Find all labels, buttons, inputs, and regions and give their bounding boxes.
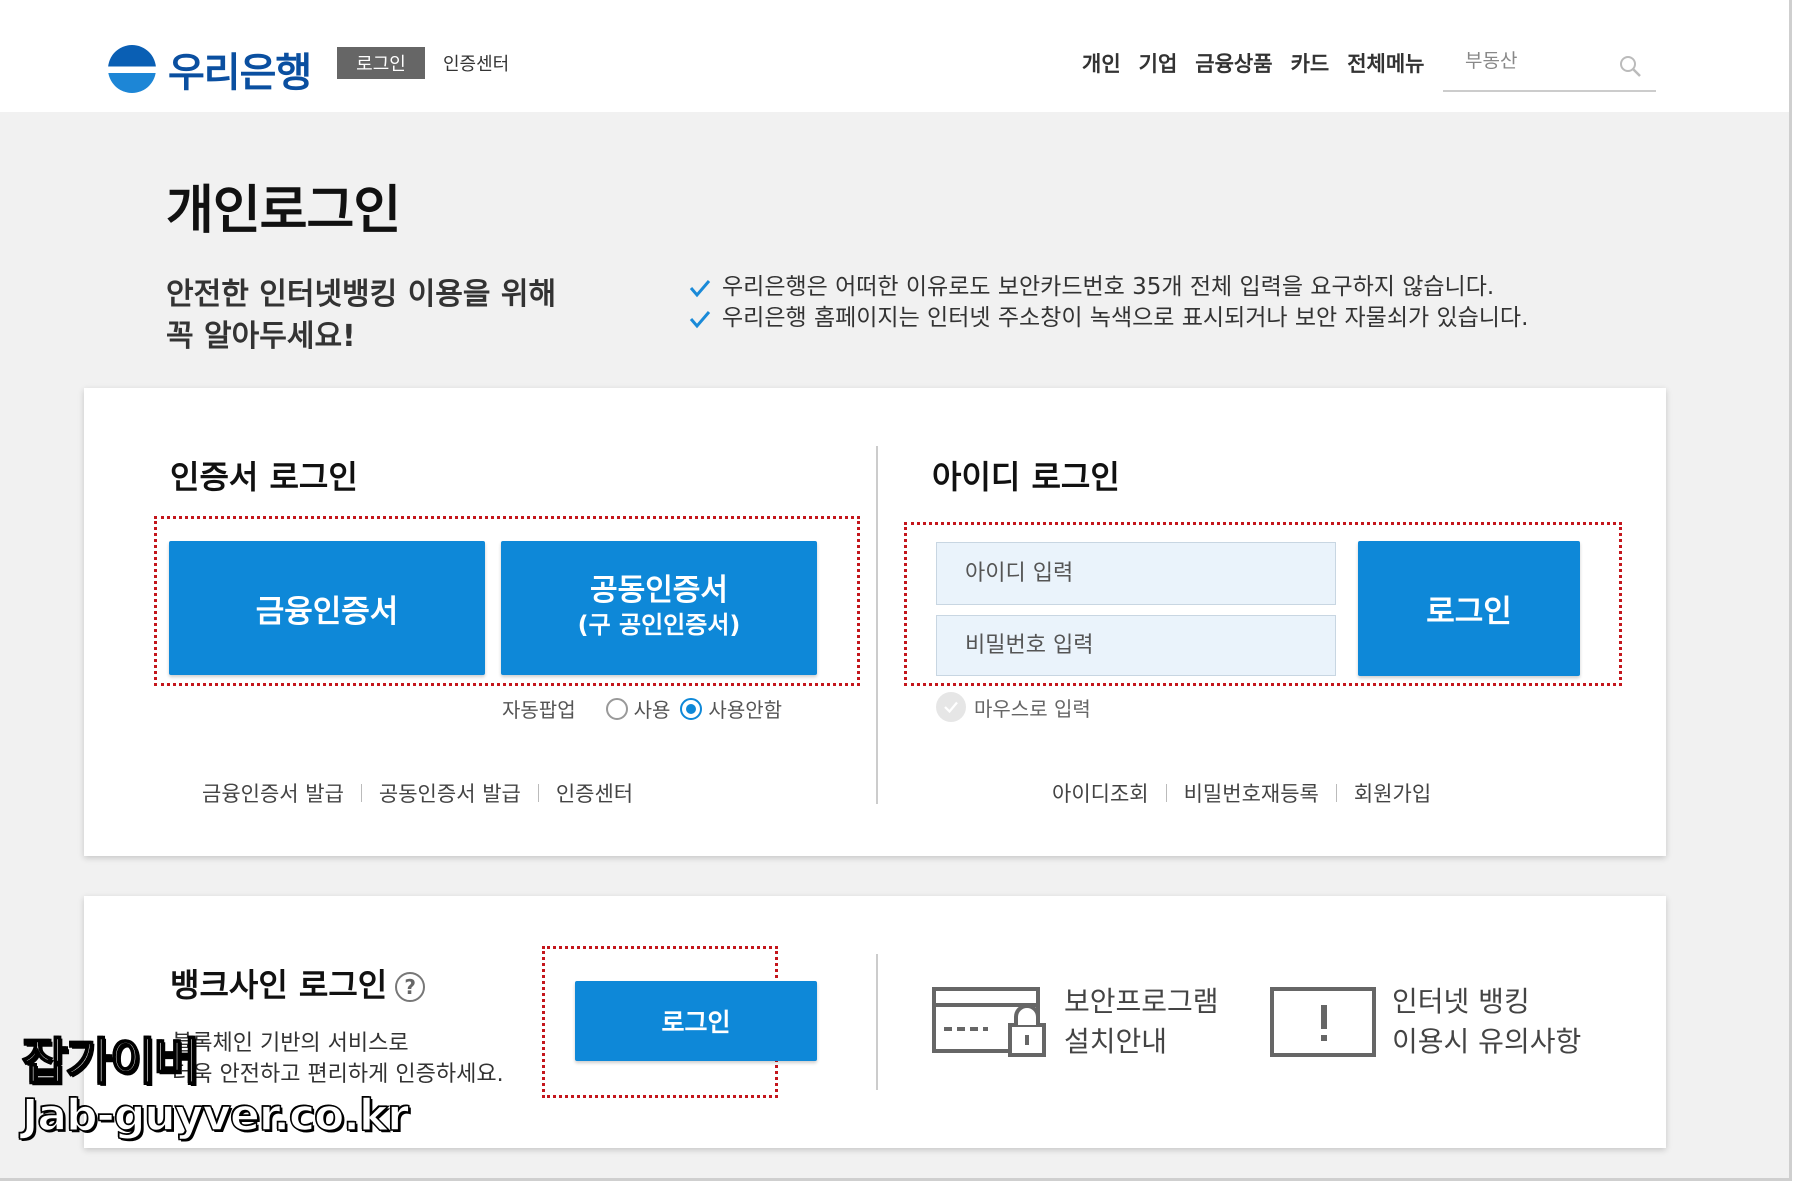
banksign-login-button[interactable]: 로그인 [575,981,817,1061]
signup-link[interactable]: 회원가입 [1354,778,1431,808]
internet-banking-caution[interactable]: 인터넷 뱅킹 이용시 유의사항 [1270,982,1581,1062]
banksign-title: 뱅크사인 로그인? [170,960,426,1006]
link-separator [360,784,362,802]
security-program-line2: 설치안내 [1064,1025,1168,1058]
cert-login-title: 인증서 로그인 [170,458,358,496]
link-separator [1165,784,1167,802]
id-login-title: 아이디 로그인 [932,458,1120,496]
find-id-link[interactable]: 아이디조회 [1052,778,1149,808]
warning-icon [1270,987,1376,1057]
mouse-input-option[interactable]: 마우스로 입력 [936,692,1091,722]
popup-use-radio[interactable] [605,697,628,720]
notice-heading-line1: 안전한 인터넷뱅킹 이용을 위해 [166,277,557,312]
caution-line2: 이용시 유의사항 [1392,1025,1582,1058]
watermark-title: 잡가이버 [21,1032,201,1092]
joint-cert-sublabel: (구 공인인증서) [577,611,741,639]
caution-line1: 인터넷 뱅킹 [1392,985,1530,1018]
watermark-url: Jab-guyver.co.kr [21,1089,409,1142]
id-input[interactable] [937,543,1335,604]
logo-mark-icon [108,45,156,93]
link-separator [537,784,539,802]
nav-products[interactable]: 금융상품 [1195,48,1272,78]
card-divider [876,954,878,1090]
notice-heading: 안전한 인터넷뱅킹 이용을 위해 꼭 알아두세요! [166,274,556,358]
joint-cert-button[interactable]: 공동인증서 (구 공인인증서) [501,541,817,675]
banksign-login-label: 로그인 [661,1008,731,1037]
page-frame: 우리은행 로그인 인증센터 개인 기업 금융상품 카드 전체메뉴 개인로그인 안… [0,0,1792,1181]
check-circle-icon[interactable] [936,692,966,722]
nav-all-menu[interactable]: 전체메뉴 [1347,48,1424,78]
id-links: 아이디조회 비밀번호재등록 회원가입 [1052,778,1431,808]
financial-cert-button[interactable]: 금융인증서 [169,541,485,675]
woori-bank-logo[interactable]: 우리은행 [108,40,312,98]
joint-cert-label: 공동인증서 [590,573,728,608]
check-icon [689,279,711,297]
banksign-desc-line1: 블록체인 기반의 서비스로 [172,1031,409,1056]
main-nav: 개인 기업 금융상품 카드 전체메뉴 [1082,48,1424,78]
password-field [936,615,1336,676]
mouse-input-label: 마우스로 입력 [974,696,1091,721]
caution-text: 인터넷 뱅킹 이용시 유의사항 [1392,982,1581,1062]
password-input[interactable] [937,616,1335,675]
notice-text: 우리은행 홈페이지는 인터넷 주소창이 녹색으로 표시되거나 보안 자물쇠가 있… [722,305,1529,331]
auto-popup-label: 자동팝업 [502,698,576,722]
popup-nouse-label: 사용안함 [708,698,783,722]
notice-list: 우리은행은 어떠한 이유로도 보안카드번호 35개 전체 입력을 요구하지 않습… [688,272,1528,334]
search-input[interactable] [1443,38,1593,84]
notice-heading-line2: 꼭 알아두세요! [166,319,356,354]
cert-center-link[interactable]: 인증센터 [556,778,633,808]
link-separator [1335,784,1337,802]
id-login-button[interactable]: 로그인 [1358,541,1580,676]
security-program-guide[interactable]: 보안프로그램 설치안내 [932,982,1219,1062]
login-card: 인증서 로그인 금융인증서 공동인증서 (구 공인인증서) 자동팝업 사용 사용… [84,388,1666,856]
notice-text: 우리은행은 어떠한 이유로도 보안카드번호 35개 전체 입력을 요구하지 않습… [722,274,1495,300]
banksign-title-text: 뱅크사인 로그인 [170,966,388,1004]
nav-business[interactable]: 기업 [1139,48,1178,78]
logo-text: 우리은행 [168,50,312,96]
notice-item: 우리은행 홈페이지는 인터넷 주소창이 녹색으로 표시되거나 보안 자물쇠가 있… [688,303,1528,334]
header-cert-center-link[interactable]: 인증센터 [443,50,509,76]
security-program-line1: 보안프로그램 [1064,985,1219,1018]
id-login-label: 로그인 [1426,594,1512,630]
popup-nouse-radio[interactable] [680,697,703,720]
check-icon [689,310,711,328]
search-icon[interactable] [1618,54,1642,78]
financial-cert-issue-link[interactable]: 금융인증서 발급 [202,778,344,808]
header-login-button[interactable]: 로그인 [337,47,425,79]
nav-personal[interactable]: 개인 [1082,48,1121,78]
page-title: 개인로그인 [166,181,401,241]
joint-cert-issue-link[interactable]: 공동인증서 발급 [379,778,521,808]
popup-use-label: 사용 [633,698,671,722]
auto-popup-option: 자동팝업 사용 사용안함 [502,694,782,723]
security-program-text: 보안프로그램 설치안내 [1064,982,1219,1062]
id-field [936,542,1336,605]
banksign-desc-line2: 더욱 안전하고 편리하게 인증하세요. [172,1062,504,1087]
help-icon[interactable]: ? [395,972,426,1002]
security-program-icon [932,987,1046,1057]
financial-cert-label: 금융인증서 [255,593,399,630]
reset-password-link[interactable]: 비밀번호재등록 [1184,778,1319,808]
notice-item: 우리은행은 어떠한 이유로도 보안카드번호 35개 전체 입력을 요구하지 않습… [688,272,1528,303]
nav-card[interactable]: 카드 [1291,48,1330,78]
card-divider [876,446,878,804]
header-search [1443,38,1656,92]
top-header: 우리은행 로그인 인증센터 개인 기업 금융상품 카드 전체메뉴 [0,0,1789,112]
cert-links: 금융인증서 발급 공동인증서 발급 인증센터 [202,778,633,808]
banksign-description: 블록체인 기반의 서비스로 더욱 안전하고 편리하게 인증하세요. [172,1028,504,1090]
